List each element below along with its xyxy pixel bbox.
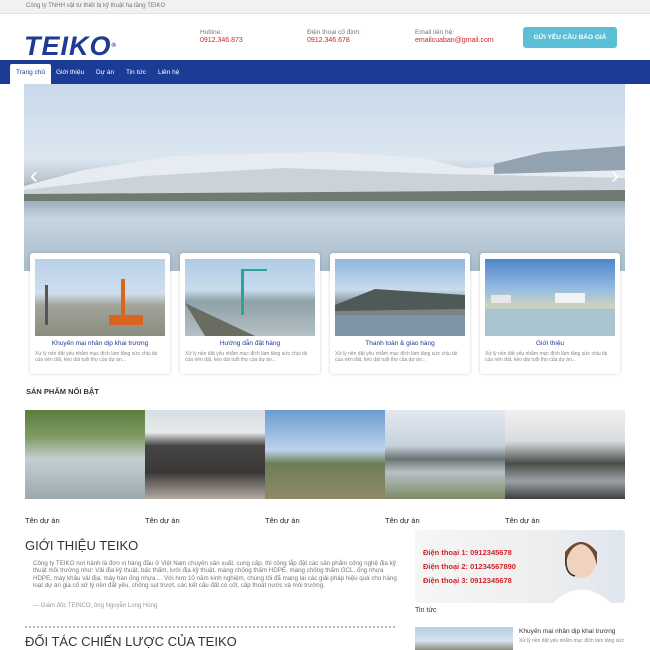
card-title[interactable]: Hướng dẫn đặt hàng xyxy=(180,340,320,347)
support-phone-2[interactable]: Điện thoại 2: 01234567890 xyxy=(423,562,516,571)
project-image[interactable] xyxy=(25,410,145,499)
project-image[interactable] xyxy=(265,410,385,499)
about-heading: GIỚI THIỆU TEIKO xyxy=(25,538,139,553)
about-text: Công ty TEIKO nơi hành là đơn vị hàng đầ… xyxy=(33,560,397,590)
card-image xyxy=(335,259,465,336)
slider-prev-arrow-icon[interactable]: ‹ xyxy=(30,164,38,188)
hero-slider: ‹ › xyxy=(24,84,625,271)
teiko-logo[interactable]: TEIKO® xyxy=(24,33,174,60)
hotline-label: Hotline: xyxy=(200,29,223,36)
feature-card[interactable]: Hướng dẫn đặt hàng Xử lý nền đất yếu nhằ… xyxy=(180,253,320,374)
support-agent-icon xyxy=(553,542,611,603)
featured-products-heading: SẢN PHẨM NỔI BẬT xyxy=(26,387,99,396)
project-name[interactable]: Tên dự án xyxy=(385,516,420,525)
section-divider xyxy=(25,626,395,628)
request-quote-button[interactable]: GỬI YÊU CẦU BÁO GIÁ xyxy=(523,27,617,48)
featured-gallery xyxy=(25,410,625,499)
site-header: TEIKO® Hotline: 0912.346.873 Điện thoại … xyxy=(0,14,650,60)
card-image xyxy=(35,259,165,336)
phone-label: Điện thoại cố định: xyxy=(307,29,361,36)
card-description: Xử lý nền đất yếu nhằm mục đích làm tăng… xyxy=(485,351,608,363)
project-name[interactable]: Tên dự án xyxy=(505,516,540,525)
project-name[interactable]: Tên dự án xyxy=(265,516,300,525)
card-description: Xử lý nền đất yếu nhằm mục đích làm tăng… xyxy=(35,351,158,363)
card-description: Xử lý nền đất yếu nhằm mục đích làm tăng… xyxy=(185,351,308,363)
card-title[interactable]: Thanh toán & giao hàng xyxy=(330,340,470,347)
email-label: Email liên hệ: xyxy=(415,29,455,36)
nav-item-contact[interactable]: Liên hệ xyxy=(152,64,185,84)
support-phone-1[interactable]: Điện thoại 1: 0912345678 xyxy=(423,548,512,557)
card-description: Xử lý nền đất yếu nhằm mục đích làm tăng… xyxy=(335,351,458,363)
card-title[interactable]: Khuyến mại nhân dịp khai trương xyxy=(30,340,170,347)
project-name[interactable]: Tên dự án xyxy=(25,516,60,525)
partners-heading: ĐỐI TÁC CHIẾN LƯỢC CỦA TEIKO xyxy=(25,634,237,649)
news-thumbnail[interactable] xyxy=(415,627,513,650)
company-name: Công ty TNHH vật tư thiết bị kỹ thuật hạ… xyxy=(26,3,166,9)
phone-block: Điện thoại cố định: 0912.346.678 xyxy=(307,29,361,45)
news-item-description: Xử lý nền đất yếu nhằm mục đích làm tăng… xyxy=(519,638,625,644)
nav-item-about[interactable]: Giới thiệu xyxy=(50,64,90,84)
project-image[interactable] xyxy=(505,410,625,499)
card-image xyxy=(185,259,315,336)
card-image xyxy=(485,259,615,336)
news-item-title[interactable]: Khuyến mại nhân dịp khai trương xyxy=(519,628,615,635)
about-signature: — Giám đốc TEINCO, ông Nguyễn Long Hùng xyxy=(33,603,158,609)
feature-card[interactable]: Khuyến mại nhân dịp khai trương Xử lý nề… xyxy=(30,253,170,374)
news-heading: Tin tức xyxy=(415,607,437,614)
support-phone-3[interactable]: Điện thoại 3: 0912345678 xyxy=(423,576,512,585)
project-image[interactable] xyxy=(145,410,265,499)
hotline-block: Hotline: 0912.346.873 xyxy=(200,29,243,45)
feature-card[interactable]: Giới thiệu Xử lý nền đất yếu nhằm mục đí… xyxy=(480,253,620,374)
hotline-value[interactable]: 0912.346.873 xyxy=(200,37,243,45)
main-nav: Trang chủ Giới thiệu Dự án Tin tức Liên … xyxy=(0,60,650,84)
nav-item-projects[interactable]: Dự án xyxy=(90,64,120,84)
nav-item-news[interactable]: Tin tức xyxy=(120,64,152,84)
slider-next-arrow-icon[interactable]: › xyxy=(611,164,619,188)
top-strip: Công ty TNHH vật tư thiết bị kỹ thuật hạ… xyxy=(0,0,650,14)
card-title[interactable]: Giới thiệu xyxy=(480,340,620,347)
feature-card[interactable]: Thanh toán & giao hàng Xử lý nền đất yếu… xyxy=(330,253,470,374)
project-name[interactable]: Tên dự án xyxy=(145,516,180,525)
project-image[interactable] xyxy=(385,410,505,499)
support-box: Điện thoại 1: 0912345678 Điện thoại 2: 0… xyxy=(415,530,625,603)
email-value[interactable]: emailcuaban@gmail.com xyxy=(415,37,494,45)
email-block: Email liên hệ: emailcuaban@gmail.com xyxy=(415,29,494,45)
nav-item-home[interactable]: Trang chủ xyxy=(10,64,52,84)
phone-value[interactable]: 0912.346.678 xyxy=(307,37,361,45)
landfill-hills-image xyxy=(24,146,625,201)
